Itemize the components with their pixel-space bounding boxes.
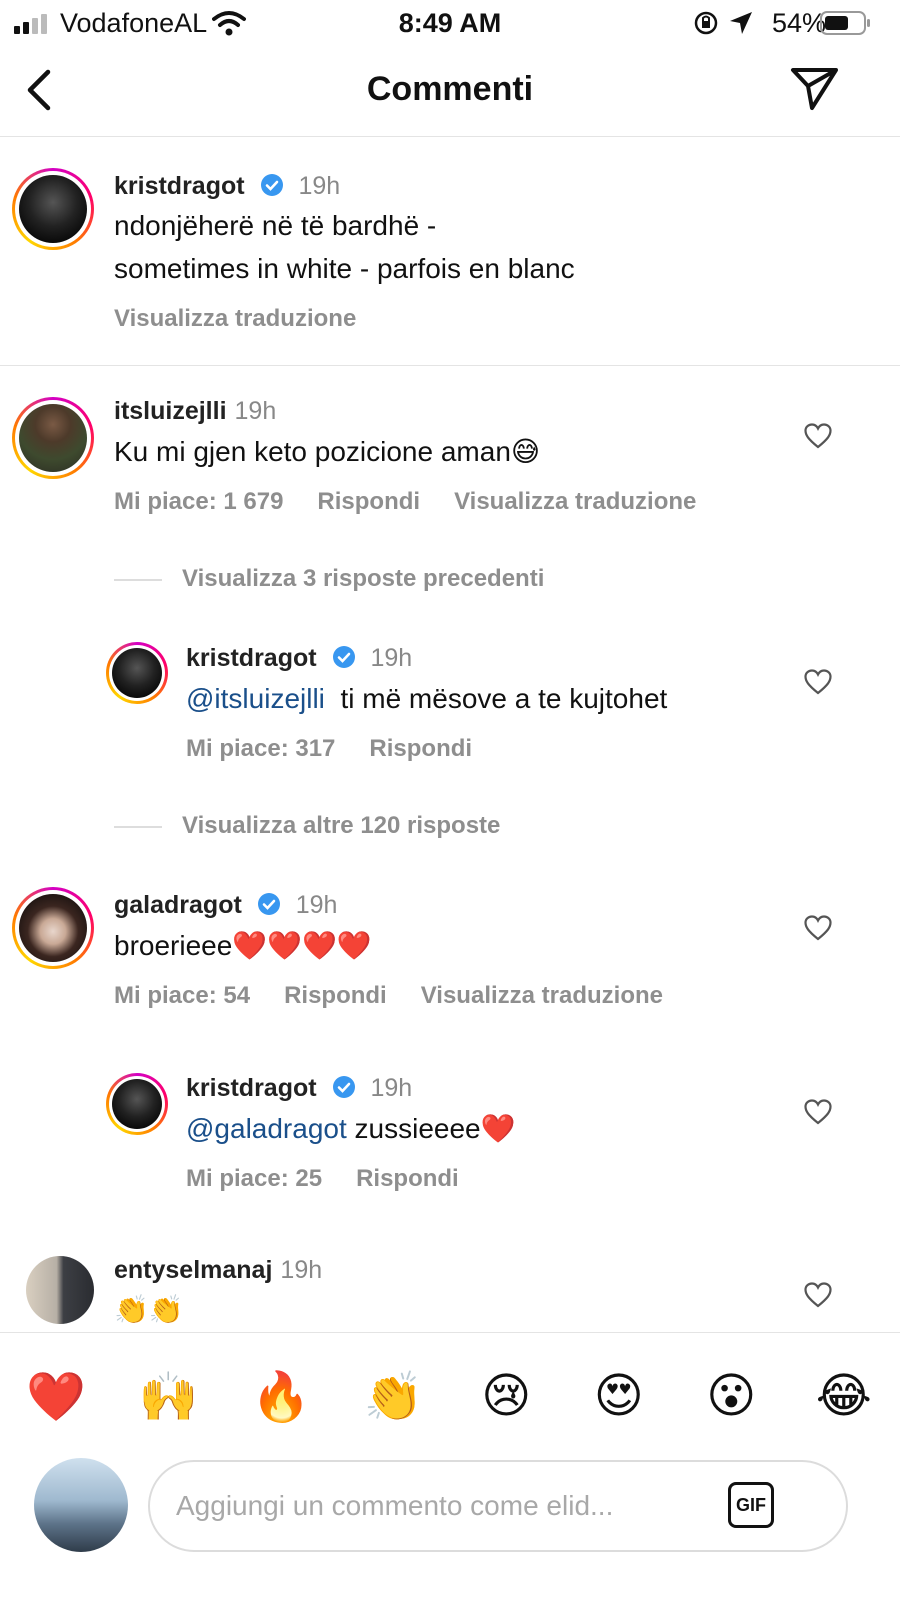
divider-line	[114, 825, 162, 828]
heart-icon[interactable]	[804, 1282, 832, 1308]
caption-divider	[0, 365, 900, 366]
reply-body: zussieeee❤️	[346, 1113, 516, 1144]
reply-body: ti më mësove a te kujtohet	[324, 683, 668, 714]
comment-username-row: entyselmanaj 19h	[114, 1256, 322, 1285]
emoji-fire[interactable]: 🔥	[245, 1368, 317, 1425]
verified-badge-icon	[332, 646, 355, 668]
battery-icon	[820, 11, 870, 35]
timestamp: 19h	[234, 397, 277, 425]
reply-username-row: kristdragot 19h	[186, 1074, 412, 1103]
location-arrow-icon	[730, 12, 752, 34]
username[interactable]: kristdragot	[186, 1074, 317, 1102]
emoji-raised-hands[interactable]: 🙌	[133, 1368, 205, 1425]
emoji-clap[interactable]: 👏	[358, 1368, 430, 1425]
divider-line	[114, 578, 162, 581]
gif-button[interactable]: GIF	[728, 1482, 774, 1528]
avatar[interactable]	[12, 168, 94, 250]
emoji-heart-eyes[interactable]: 😍	[583, 1368, 655, 1424]
verified-badge-icon	[332, 1076, 355, 1098]
reply-actions: Mi piace: 25 Rispondi	[186, 1165, 493, 1193]
timestamp: 19h	[370, 1074, 413, 1102]
verified-badge-icon	[257, 893, 280, 915]
avatar[interactable]	[12, 887, 94, 969]
emoji-cry[interactable]: 😢	[470, 1368, 542, 1424]
comment-input-placeholder: Aggiungi un commento come elid...	[176, 1490, 614, 1521]
reply-button[interactable]: Rispondi	[369, 735, 472, 762]
emoji-laugh[interactable]: 😂	[808, 1368, 880, 1424]
send-icon[interactable]	[790, 66, 840, 112]
comment-text: Ku mi gjen keto pozicione aman😅	[114, 436, 541, 467]
user-avatar[interactable]	[34, 1458, 128, 1552]
translate-link[interactable]: Visualizza traduzione	[454, 488, 696, 515]
translate-link[interactable]: Visualizza traduzione	[114, 305, 390, 333]
timestamp: 19h	[298, 172, 341, 200]
avatar[interactable]	[12, 397, 94, 479]
verified-badge-icon	[260, 174, 283, 196]
like-count[interactable]: Mi piace: 1 679	[114, 488, 283, 515]
avatar[interactable]	[26, 1256, 94, 1324]
reply-actions: Mi piace: 317 Rispondi	[186, 735, 506, 763]
timestamp: 19h	[295, 891, 338, 919]
reply-text: @itsluizejlli ti më mësove a te kujtohet	[186, 677, 667, 720]
comment-input[interactable]: Aggiungi un commento come elid... GIF	[148, 1460, 848, 1552]
caption-text-line1: ndonjëherë në të bardhë -	[114, 210, 437, 241]
username[interactable]: itsluizejlli	[114, 397, 227, 425]
status-bar: VodafoneAL 8:49 AM 54%	[0, 0, 900, 46]
username[interactable]: galadragot	[114, 891, 242, 919]
heart-icon[interactable]	[804, 1099, 832, 1125]
caption-text-line2: sometimes in white - parfois en blanc	[114, 253, 575, 284]
heart-icon[interactable]	[804, 915, 832, 941]
timestamp: 19h	[280, 1256, 323, 1284]
comment-actions: Mi piace: 1 679 Rispondi Visualizza traduz…	[114, 488, 730, 516]
comment-username-row: galadragot 19h	[114, 891, 337, 920]
reply-username-row: kristdragot 19h	[186, 644, 412, 673]
emoji-heart[interactable]: ❤️	[20, 1368, 92, 1425]
view-previous-replies[interactable]: Visualizza 3 risposte precedenti	[114, 565, 544, 593]
avatar[interactable]	[106, 1073, 168, 1135]
timestamp: 19h	[370, 644, 413, 672]
mention-link[interactable]: @itsluizejlli	[186, 683, 325, 714]
page-title: Commenti	[366, 70, 534, 108]
like-count[interactable]: Mi piace: 54	[114, 982, 250, 1009]
reply-text: @galadragot zussieeee❤️	[186, 1107, 516, 1150]
like-count[interactable]: Mi piace: 317	[186, 735, 335, 762]
reply-button[interactable]: Rispondi	[284, 982, 387, 1009]
username[interactable]: entyselmanaj	[114, 1256, 272, 1284]
clock: 8:49 AM	[398, 8, 502, 38]
comment-actions: Mi piace: 54 Rispondi Visualizza traduzion…	[114, 982, 697, 1010]
heart-icon[interactable]	[804, 423, 832, 449]
comment-text: broerieee❤️❤️❤️❤️	[114, 930, 372, 961]
avatar[interactable]	[106, 642, 168, 704]
orientation-lock-icon	[694, 11, 718, 35]
mention-link[interactable]: @galadragot	[186, 1113, 347, 1144]
username[interactable]: kristdragot	[186, 644, 317, 672]
reply-button[interactable]: Rispondi	[317, 488, 420, 515]
translate-link[interactable]: Visualizza traduzione	[421, 982, 663, 1009]
view-more-replies[interactable]: Visualizza altre 120 risposte	[114, 812, 500, 840]
like-count[interactable]: Mi piace: 25	[186, 1165, 322, 1192]
header-divider	[0, 136, 900, 137]
comment-text: 👏👏	[114, 1294, 184, 1325]
quick-emoji-bar: ❤️ 🙌 🔥 👏 😢 😍 😮 😂	[0, 1360, 900, 1432]
comment-username-row: itsluizejlli 19h	[114, 397, 276, 426]
reply-button[interactable]: Rispondi	[356, 1165, 459, 1192]
heart-icon[interactable]	[804, 669, 832, 695]
caption-username-row: kristdragot 19h	[114, 172, 340, 201]
battery-percentage: 54%	[772, 8, 827, 38]
username[interactable]: kristdragot	[114, 172, 245, 200]
emoji-surprised[interactable]: 😮	[695, 1368, 767, 1424]
